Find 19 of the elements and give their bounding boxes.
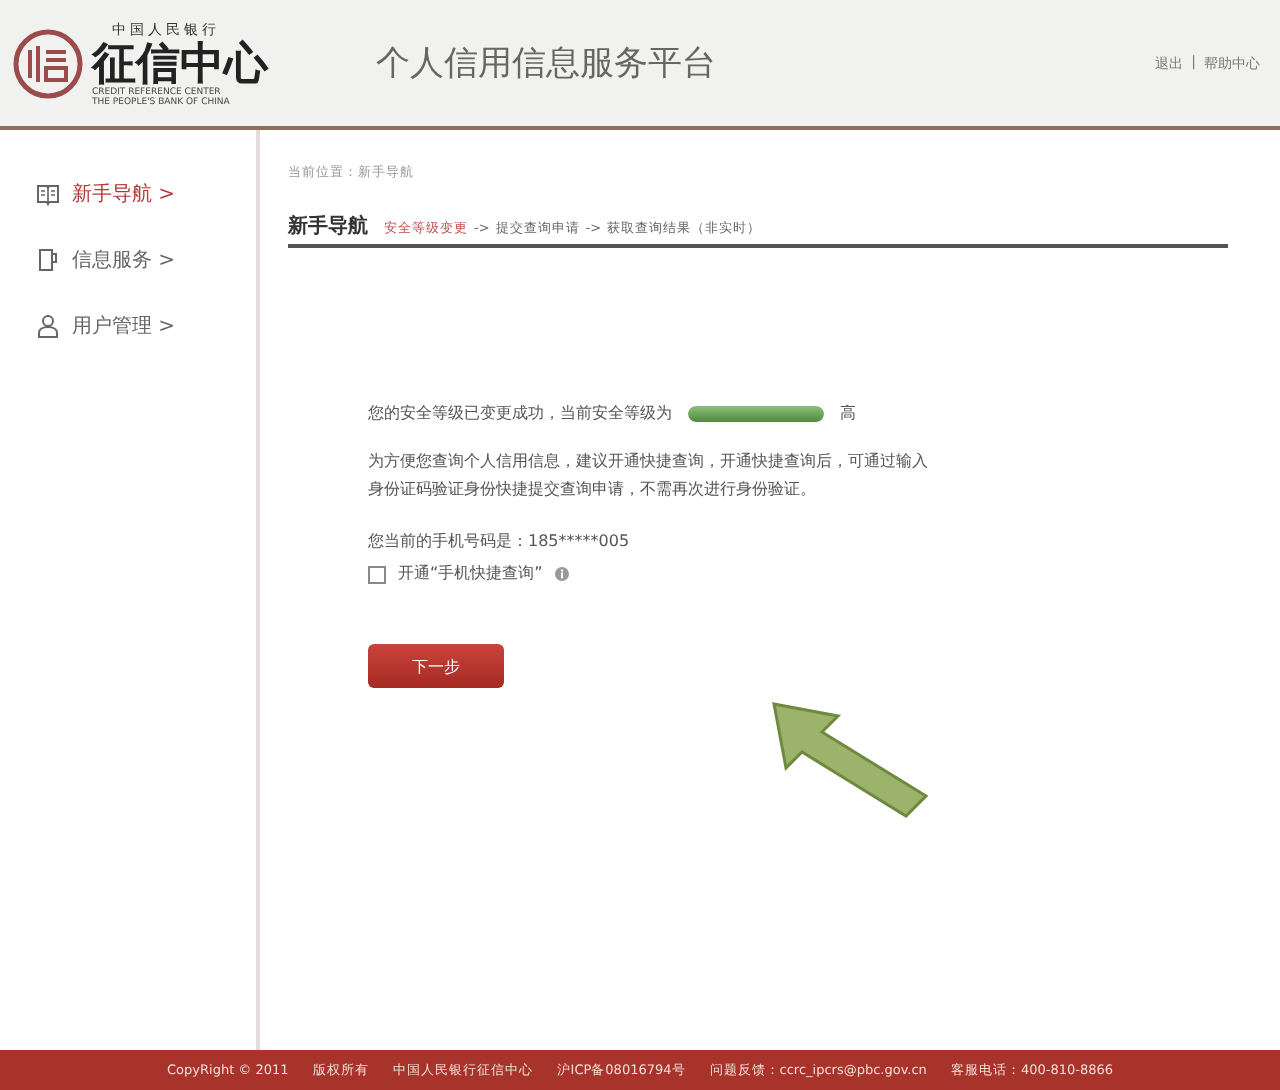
card-icon (36, 248, 60, 272)
logo-emblem-icon (12, 27, 84, 99)
sidebar-item[interactable]: 新手导航 > (0, 174, 256, 214)
checkbox-label: 开通“手机快捷查询” (398, 562, 543, 586)
next-button[interactable]: 下一步 (368, 644, 504, 688)
info-icon[interactable] (554, 566, 571, 582)
sidebar-item[interactable]: 信息服务 > (0, 240, 256, 280)
checkbox[interactable] (368, 565, 386, 583)
status-message: 您的安全等级已变更成功，当前安全等级为 (368, 402, 672, 426)
user-icon (36, 314, 60, 338)
sidebar-item[interactable]: 用户管理 > (0, 306, 256, 346)
section-title: 新手导航 (288, 212, 368, 240)
security-level: 高 (840, 402, 856, 426)
logo-name: 征信中心 (92, 39, 268, 87)
platform-title: 个人信用信息服务平台 (376, 42, 718, 86)
phone-number-text: 您当前的手机号码是：185*****005 (368, 530, 630, 554)
book-icon (36, 182, 60, 206)
advice-text: 为方便您查询个人信用信息，建议开通快捷查询，开通快捷查询后，可通过输入身份证码验证身份快捷提交查询申请，不需再次进行身份验证。 (368, 450, 928, 502)
arrow-icon (770, 700, 930, 820)
